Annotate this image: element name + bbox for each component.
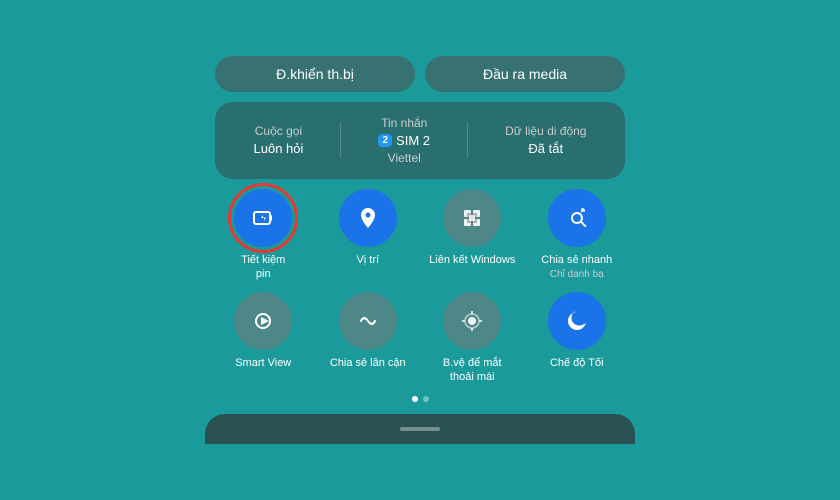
tile-link-windows[interactable]: Liên kết Windows [424,189,521,282]
call-value: Luôn hỏi [254,141,304,156]
call-label: Cuộc gọi [255,124,302,138]
quick-share-label: Chia sẻ nhanh [541,253,612,267]
nearby-share-icon [339,292,397,350]
sim-name: SIM 2 [396,133,430,148]
phone-panel: Đ.khiển th.bị Đầu ra media Cuộc gọi Luôn… [205,46,635,454]
device-control-button[interactable]: Đ.khiển th.bị [215,56,415,92]
carrier-name: Viettel [388,151,421,165]
tile-battery-saver[interactable]: Tiết kiệmpin [215,189,312,282]
battery-saver-label: Tiết kiệmpin [241,253,285,282]
data-label: Dữ liệu di động [505,124,586,138]
tile-nearby-share[interactable]: Chia sẻ lân cận [320,292,417,385]
bottom-bar [205,414,635,444]
divider-2 [467,122,468,158]
link-windows-label: Liên kết Windows [429,253,515,267]
tile-location[interactable]: Vị trí [320,189,417,282]
sim-badge: 2 [378,134,392,147]
dot-1 [412,396,418,402]
nearby-share-label: Chia sẻ lân cận [330,356,406,370]
tiles-row-2: Smart View Chia sẻ lân cận [205,292,635,385]
dot-2 [423,396,429,402]
eye-comfort-label: B.vệ để mắtthoải mái [443,356,502,385]
top-buttons-row: Đ.khiển th.bị Đầu ra media [205,56,635,92]
battery-saver-icon [234,189,292,247]
tile-quick-share[interactable]: Chia sẻ nhanh Chỉ danh bạ [529,189,626,282]
quick-share-icon [548,189,606,247]
quick-share-sublabel: Chỉ danh bạ [550,269,604,280]
location-label: Vị trí [356,253,379,267]
bottom-handle [400,427,440,431]
data-sim-item: Dữ liệu di động Đã tắt [505,124,586,156]
message-value: 2 SIM 2 [378,133,430,148]
message-label: Tin nhắn [381,116,427,130]
eye-comfort-icon [443,292,501,350]
dark-mode-icon [548,292,606,350]
divider-1 [340,122,341,158]
link-windows-icon [443,189,501,247]
data-value: Đã tắt [528,141,563,156]
dark-mode-label: Chế độ Tối [550,356,604,370]
location-icon [339,189,397,247]
message-sim-item: Tin nhắn 2 SIM 2 Viettel [378,116,430,165]
tile-smart-view[interactable]: Smart View [215,292,312,385]
tile-dark-mode[interactable]: Chế độ Tối [529,292,626,385]
sim-row: Cuộc gọi Luôn hỏi Tin nhắn 2 SIM 2 Viett… [215,102,625,179]
call-sim-item: Cuộc gọi Luôn hỏi [254,124,304,156]
smart-view-label: Smart View [235,356,291,370]
tile-eye-comfort[interactable]: B.vệ để mắtthoải mái [424,292,521,385]
media-output-button[interactable]: Đầu ra media [425,56,625,92]
page-dots [205,394,635,404]
smart-view-icon [234,292,292,350]
tiles-row-1: Tiết kiệmpin Vị trí [205,189,635,282]
